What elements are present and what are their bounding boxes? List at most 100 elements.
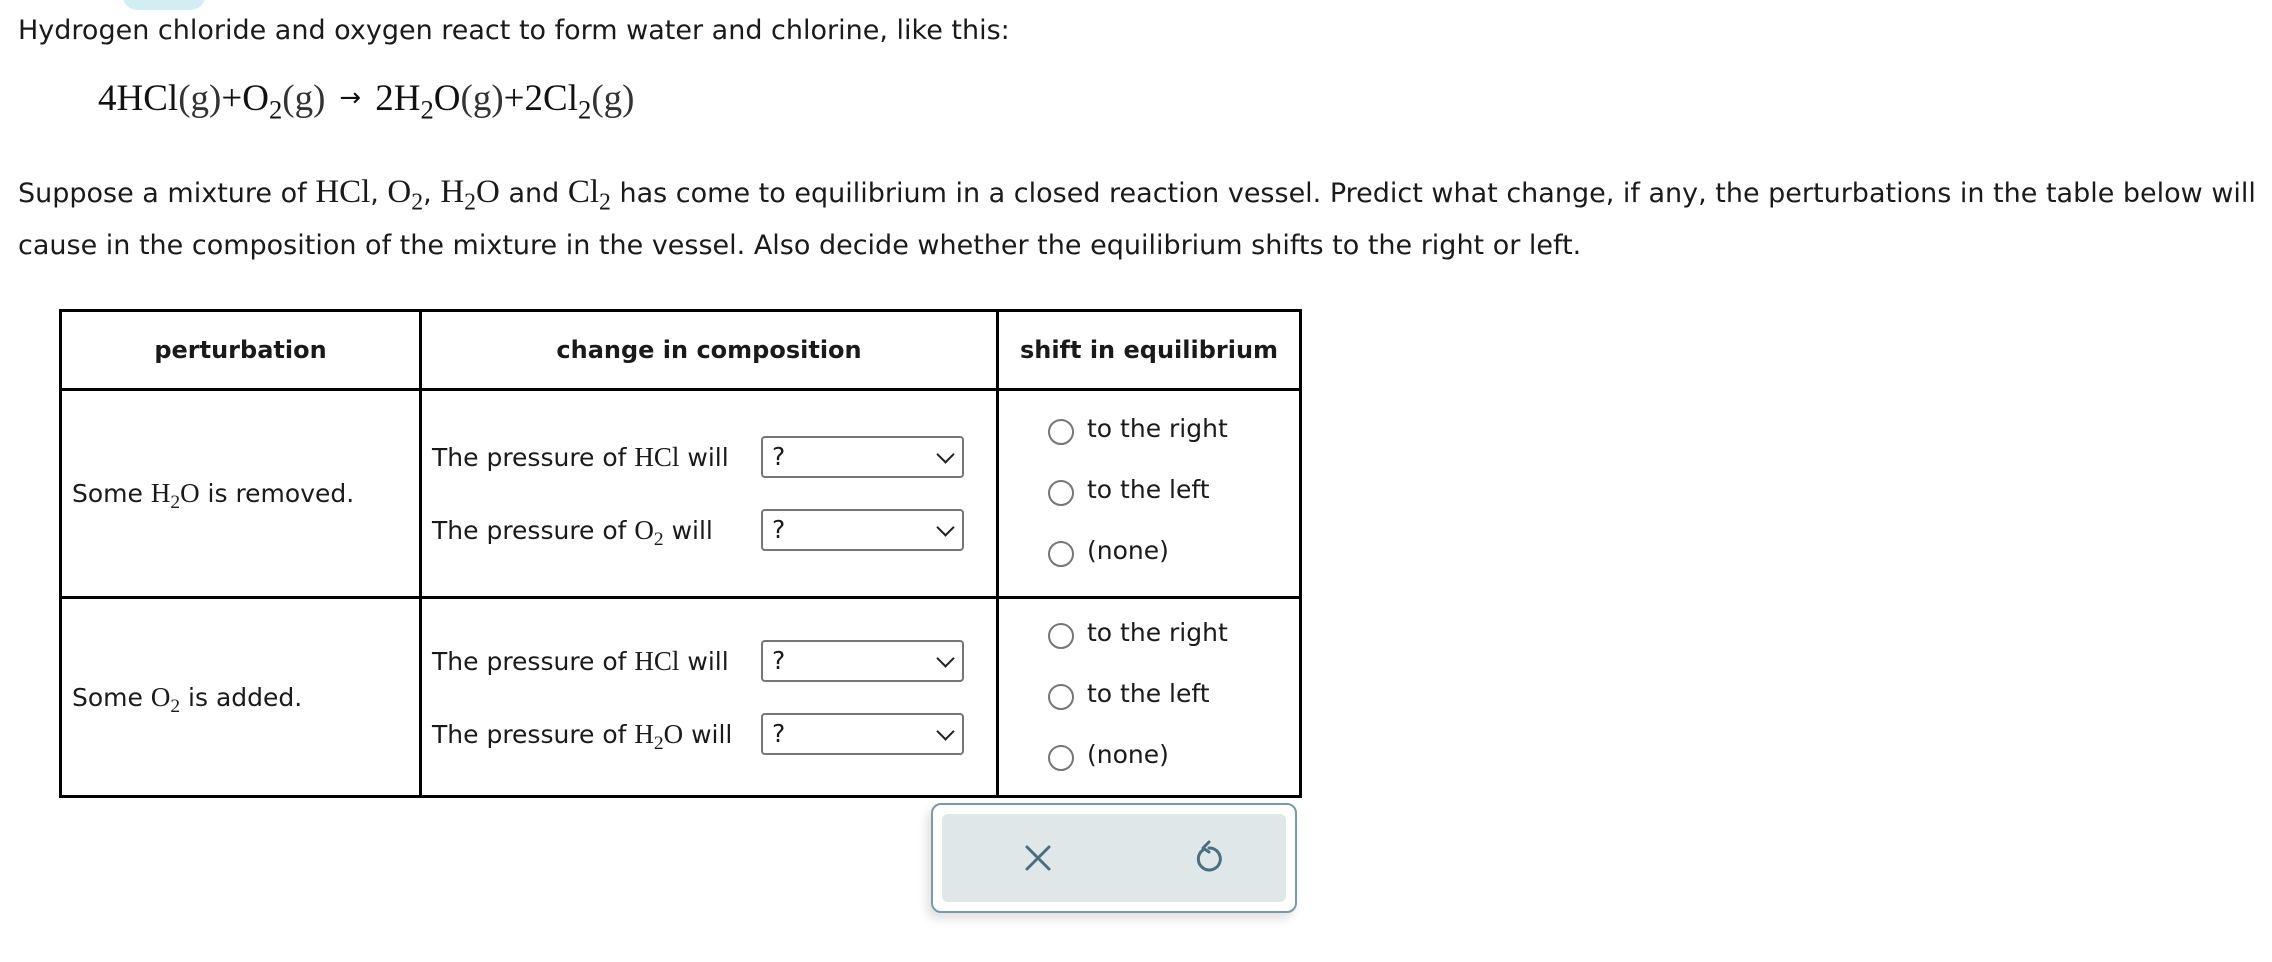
subscript: 2 xyxy=(653,732,664,754)
instructions-paragraph: Suppose a mixture of HCl, O2, H2O and Cl… xyxy=(18,166,2268,272)
shift-cell: to the right to the left (none) xyxy=(996,388,1302,599)
formula: O xyxy=(180,478,200,508)
chem-formula: O2 xyxy=(634,515,663,549)
radio-label[interactable]: to the right xyxy=(1087,414,1228,443)
composition-label: The pressure of H2O will xyxy=(432,718,733,753)
composition-line: The pressure of O2 will ? xyxy=(422,509,996,551)
text: The pressure of xyxy=(432,646,635,676)
x-icon xyxy=(1025,845,1051,871)
chem-h2o: H2O xyxy=(440,174,500,214)
o2-pressure-select[interactable]: ? xyxy=(761,509,964,551)
formula: O xyxy=(663,718,684,749)
header-shift-in-equilibrium: shift in equilibrium xyxy=(996,309,1302,391)
reactant-o2: O2(g) xyxy=(242,78,326,123)
plus-sign: + xyxy=(221,78,243,119)
reaction-equation: 4HCl(g)+O2(g) → 2H2O(g)+2Cl2(g) xyxy=(98,74,634,127)
radio-button[interactable] xyxy=(1048,419,1074,445)
radio-option[interactable]: to the left xyxy=(999,463,1299,524)
phase: (g) xyxy=(591,78,635,119)
top-tab[interactable] xyxy=(123,0,205,10)
subscript: 2 xyxy=(599,189,611,216)
formula: O xyxy=(634,515,654,545)
composition-line: The pressure of HCl will ? xyxy=(422,639,996,682)
subscript: 2 xyxy=(653,529,664,551)
chem-formula: H2O xyxy=(151,478,200,512)
reaction-arrow-icon: → xyxy=(339,83,362,113)
coefficient: 2 xyxy=(375,78,394,119)
perturbation-cell: Some H2O is removed. xyxy=(59,388,422,599)
radio-button[interactable] xyxy=(1048,683,1074,710)
text: will xyxy=(683,719,733,749)
table-row: Some H2O is removed. The pressure of HCl… xyxy=(59,388,1302,599)
radio-option[interactable]: (none) xyxy=(999,728,1299,789)
product-h2o: 2H2O(g) xyxy=(375,78,504,123)
formula: O xyxy=(150,681,171,712)
radio-label[interactable]: to the left xyxy=(1087,679,1210,708)
clear-button[interactable] xyxy=(1016,836,1060,880)
phase: (g) xyxy=(282,78,326,119)
answer-actions-panel xyxy=(931,803,1297,913)
chevron-down-icon xyxy=(936,721,955,741)
subscript: 2 xyxy=(268,94,283,125)
composition-line: The pressure of HCl will ? xyxy=(422,436,996,478)
radio-button[interactable] xyxy=(1048,622,1074,649)
composition-cell: The pressure of HCl will ? The pressure … xyxy=(419,596,999,798)
header-perturbation: perturbation xyxy=(59,309,422,391)
hcl-pressure-select[interactable]: ? xyxy=(761,639,964,682)
hcl-pressure-select[interactable]: ? xyxy=(761,436,964,478)
h2o-pressure-select[interactable]: ? xyxy=(761,712,964,755)
select-value: ? xyxy=(772,442,786,471)
text: , xyxy=(423,178,441,209)
select-value: ? xyxy=(772,645,786,675)
formula: Cl xyxy=(543,78,578,119)
subscript: 2 xyxy=(464,189,477,216)
text: The pressure of xyxy=(432,443,635,472)
subscript: 2 xyxy=(578,94,592,125)
text: and xyxy=(499,178,568,209)
composition-label: The pressure of HCl will xyxy=(432,442,729,473)
subscript: 2 xyxy=(411,189,424,216)
coefficient: 4 xyxy=(98,78,117,119)
chem-o2: O2 xyxy=(387,174,423,214)
chem-formula: HCl xyxy=(634,645,680,676)
phase: (g) xyxy=(460,78,504,119)
product-cl2: 2Cl2(g) xyxy=(524,78,635,123)
radio-label[interactable]: (none) xyxy=(1087,536,1169,565)
chem-formula: HCl xyxy=(634,442,680,472)
reactant-hcl: 4HCl(g) xyxy=(98,78,221,119)
text: will xyxy=(679,443,729,472)
formula: O xyxy=(433,78,461,119)
chem-cl2: Cl2 xyxy=(567,174,611,214)
chem-formula: O2 xyxy=(150,681,180,716)
radio-option[interactable]: to the right xyxy=(999,606,1299,667)
formula: H xyxy=(440,174,465,210)
formula: HCl xyxy=(116,78,179,119)
radio-option[interactable]: to the right xyxy=(999,402,1299,463)
chevron-down-icon xyxy=(936,518,955,537)
radio-label[interactable]: to the left xyxy=(1087,475,1210,504)
formula: Cl xyxy=(567,174,600,210)
undo-button[interactable] xyxy=(1187,836,1231,880)
radio-button[interactable] xyxy=(1048,744,1074,771)
text: will xyxy=(663,516,713,545)
phase: (g) xyxy=(178,78,222,119)
select-value: ? xyxy=(772,718,786,748)
radio-label[interactable]: to the right xyxy=(1087,618,1228,647)
coefficient: 2 xyxy=(524,78,544,119)
formula: O xyxy=(387,174,412,210)
radio-option[interactable]: (none) xyxy=(999,524,1299,585)
select-value: ? xyxy=(772,515,786,544)
table-header-row: perturbation change in composition shift… xyxy=(59,309,1302,391)
text: Suppose a mixture of xyxy=(18,178,316,209)
perturbation-table: perturbation change in composition shift… xyxy=(59,309,1302,798)
radio-button[interactable] xyxy=(1048,541,1074,567)
radio-label[interactable]: (none) xyxy=(1087,740,1169,769)
composition-cell: The pressure of HCl will ? The pressure … xyxy=(419,388,999,599)
radio-option[interactable]: to the left xyxy=(999,667,1299,728)
text: The pressure of xyxy=(432,516,635,545)
chevron-down-icon xyxy=(936,648,955,668)
formula: H xyxy=(634,718,654,749)
text: Some xyxy=(72,479,151,508)
radio-button[interactable] xyxy=(1048,480,1074,506)
formula: O xyxy=(242,78,269,119)
